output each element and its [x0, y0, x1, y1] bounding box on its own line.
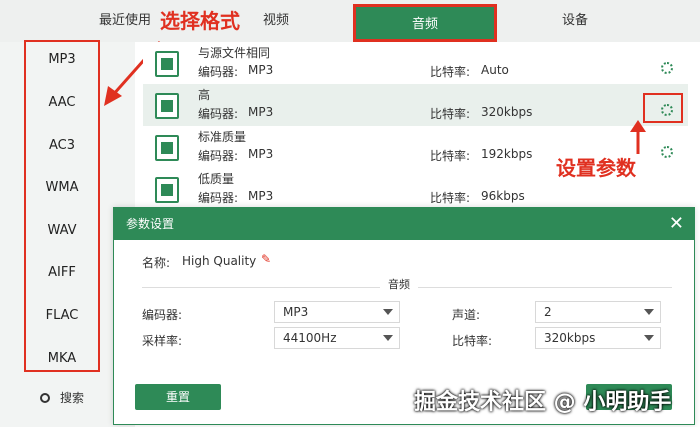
annotation-set-params: 设置参数 [556, 156, 636, 180]
format-item-aac[interactable]: AAC [26, 92, 98, 114]
encoder-label: 编码器: [198, 107, 239, 121]
encoder-value: MP3 [248, 105, 274, 119]
preset-icon [155, 93, 179, 119]
bitrate-select-value: 320kbps [544, 331, 596, 345]
preset-name: 与源文件相同 [198, 46, 271, 60]
gear-icon[interactable] [661, 62, 673, 74]
dialog-header: 参数设置 ✕ [114, 208, 694, 240]
audio-section-divider: 音频 [142, 274, 672, 292]
bitrate-label: 比特率: [430, 191, 471, 205]
annotation-arrow-icon [630, 120, 646, 154]
name-label: 名称: [142, 256, 171, 270]
chevron-down-icon [383, 309, 393, 315]
annotation-select-format: 选择格式 [160, 9, 240, 33]
sample-rate-select-value: 44100Hz [283, 331, 337, 345]
encoder-label: 编码器: [198, 149, 239, 163]
format-item-wma[interactable]: WMA [26, 177, 98, 199]
encoder-value: MP3 [248, 147, 274, 161]
bitrate-value: 192kbps [481, 147, 533, 161]
encoder-label: 编码器: [198, 65, 239, 79]
format-item-mka[interactable]: MKA [26, 348, 98, 370]
search-icon [40, 393, 50, 403]
bitrate-field-label: 比特率: [452, 334, 493, 348]
bitrate-label: 比特率: [430, 149, 471, 163]
preset-icon [155, 135, 179, 161]
tab-audio[interactable]: 音频 [353, 4, 497, 42]
preset-row-same-as-source[interactable]: 与源文件相同 编码器: MP3 比特率: Auto [143, 42, 688, 84]
search-button[interactable]: 搜索 [40, 389, 84, 406]
sample-rate-select[interactable]: 44100Hz [274, 327, 400, 349]
bitrate-label: 比特率: [430, 107, 471, 121]
pencil-icon[interactable]: ✎ [261, 252, 271, 266]
format-item-flac[interactable]: FLAC [26, 305, 98, 327]
bitrate-label: 比特率: [430, 65, 471, 79]
preset-icon [155, 51, 179, 77]
dialog-title: 参数设置 [126, 217, 175, 231]
preset-name: 低质量 [198, 172, 235, 186]
search-label: 搜索 [60, 391, 85, 405]
bitrate-value: Auto [481, 63, 509, 77]
encoder-select-value: MP3 [283, 305, 309, 319]
chevron-down-icon [644, 335, 654, 341]
name-value: High Quality [182, 254, 257, 268]
encoder-label: 编码器: [198, 191, 239, 205]
chevron-down-icon [383, 335, 393, 341]
tab-video[interactable]: 视频 [258, 0, 294, 42]
channels-select[interactable]: 2 [535, 301, 661, 323]
watermark-text: 掘金技术社区 @ 小明助手 [414, 390, 672, 415]
encoder-select[interactable]: MP3 [274, 301, 400, 323]
bitrate-select[interactable]: 320kbps [535, 327, 661, 349]
reset-button[interactable]: 重置 [135, 384, 221, 410]
annotation-gear-box [643, 93, 683, 123]
close-icon[interactable]: ✕ [669, 208, 684, 240]
preset-name: 高 [198, 88, 211, 102]
preset-row-high[interactable]: 高 编码器: MP3 比特率: 320kbps [143, 84, 688, 126]
encoder-value: MP3 [248, 63, 274, 77]
chevron-down-icon [644, 309, 654, 315]
preset-icon [155, 177, 179, 203]
channels-field-label: 声道: [452, 308, 481, 322]
format-item-mp3[interactable]: MP3 [26, 49, 98, 71]
tab-device[interactable]: 设备 [555, 0, 595, 42]
bitrate-value: 320kbps [481, 105, 533, 119]
format-item-wav[interactable]: WAV [26, 220, 98, 242]
format-item-ac3[interactable]: AC3 [26, 135, 98, 157]
sample-rate-field-label: 采样率: [142, 334, 183, 348]
audio-section-label: 音频 [380, 276, 418, 292]
bitrate-value: 96kbps [481, 189, 525, 203]
channels-select-value: 2 [544, 305, 552, 319]
encoder-value: MP3 [248, 189, 274, 203]
gear-icon[interactable] [661, 146, 673, 158]
preset-name: 标准质量 [198, 130, 247, 144]
format-item-aiff[interactable]: AIFF [26, 262, 98, 284]
preset-list: 与源文件相同 编码器: MP3 比特率: Auto 高 编码器: MP3 比特率… [143, 42, 688, 210]
encoder-field-label: 编码器: [142, 308, 183, 322]
